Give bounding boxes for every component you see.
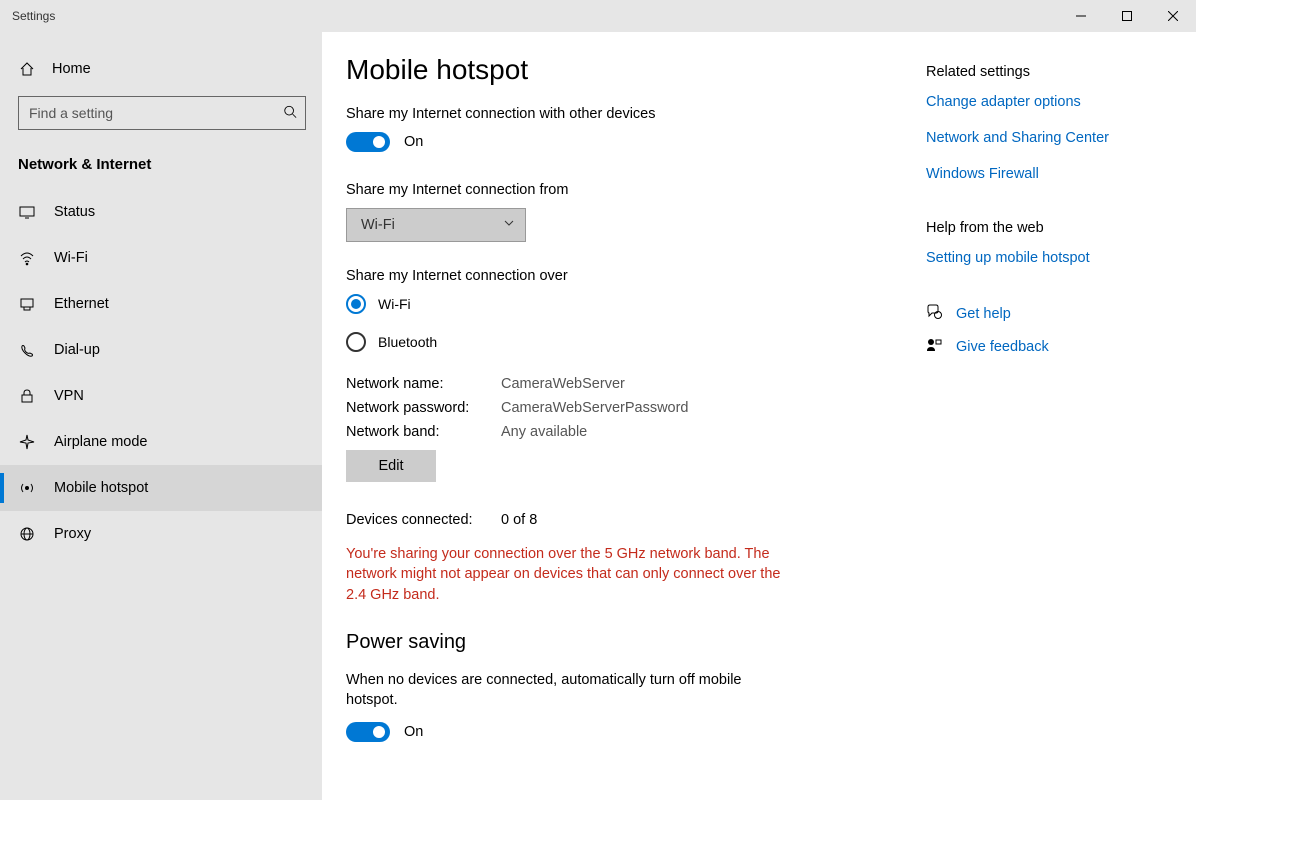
radio-bt-circle xyxy=(346,332,366,352)
band-warning: You're sharing your connection over the … xyxy=(346,544,796,605)
sidebar-item-status[interactable]: Status xyxy=(0,189,322,235)
devices-connected-row: Devices connected: 0 of 8 xyxy=(346,512,886,528)
sidebar-item-dialup[interactable]: Dial-up xyxy=(0,327,322,373)
sidebar-item-airplane[interactable]: Airplane mode xyxy=(0,419,322,465)
ethernet-icon xyxy=(18,295,36,313)
sidebar-item-label: Mobile hotspot xyxy=(54,480,148,496)
home-button[interactable]: Home xyxy=(0,50,322,88)
get-help-row[interactable]: Get help xyxy=(926,304,1186,323)
page-title: Mobile hotspot xyxy=(346,54,886,86)
sidebar-item-label: Status xyxy=(54,204,95,220)
content-column: Mobile hotspot Share my Internet connect… xyxy=(346,54,886,800)
share-from-value: Wi-Fi xyxy=(361,217,395,233)
share-toggle-row: On xyxy=(346,132,886,152)
related-settings-section: Related settings Change adapter options … xyxy=(926,64,1186,182)
network-password-label: Network password: xyxy=(346,400,501,416)
link-setting-up-hotspot[interactable]: Setting up mobile hotspot xyxy=(926,250,1186,266)
search-icon xyxy=(283,105,297,122)
home-icon xyxy=(18,60,36,78)
network-info: Network name: CameraWebServer Network pa… xyxy=(346,376,886,440)
power-saving-toggle[interactable] xyxy=(346,722,390,742)
sidebar-nav: Status Wi-Fi Ethernet xyxy=(0,189,322,557)
sidebar-item-vpn[interactable]: VPN xyxy=(0,373,322,419)
hotspot-icon xyxy=(18,479,36,497)
help-from-web-section: Help from the web Setting up mobile hots… xyxy=(926,220,1186,266)
network-band-value: Any available xyxy=(501,424,886,440)
sidebar-item-ethernet[interactable]: Ethernet xyxy=(0,281,322,327)
radio-wifi-circle xyxy=(346,294,366,314)
window-title: Settings xyxy=(12,9,55,23)
share-over-radio-group: Wi-Fi Bluetooth xyxy=(346,294,886,352)
sidebar-item-label: VPN xyxy=(54,388,84,404)
sidebar-item-mobile-hotspot[interactable]: Mobile hotspot xyxy=(0,465,322,511)
sidebar-item-label: Wi-Fi xyxy=(54,250,88,266)
help-from-web-heading: Help from the web xyxy=(926,220,1186,236)
radio-wifi[interactable]: Wi-Fi xyxy=(346,294,886,314)
get-help-icon xyxy=(926,304,942,323)
related-settings-heading: Related settings xyxy=(926,64,1186,80)
body: Home Network & Internet Status xyxy=(0,32,1196,800)
share-over-label: Share my Internet connection over xyxy=(346,268,886,284)
sidebar-item-label: Proxy xyxy=(54,526,91,542)
power-saving-description: When no devices are connected, automatic… xyxy=(346,670,796,711)
network-name-label: Network name: xyxy=(346,376,501,392)
minimize-button[interactable] xyxy=(1058,0,1104,32)
main-area: Mobile hotspot Share my Internet connect… xyxy=(322,32,1196,800)
sidebar: Home Network & Internet Status xyxy=(0,32,322,800)
proxy-icon xyxy=(18,525,36,543)
sidebar-item-label: Dial-up xyxy=(54,342,100,358)
window-controls xyxy=(1058,0,1196,32)
network-band-label: Network band: xyxy=(346,424,501,440)
power-saving-toggle-row: On xyxy=(346,722,886,742)
airplane-icon xyxy=(18,433,36,451)
share-from-dropdown[interactable]: Wi-Fi xyxy=(346,208,526,242)
share-from-label: Share my Internet connection from xyxy=(346,182,886,198)
maximize-button[interactable] xyxy=(1104,0,1150,32)
sidebar-item-label: Ethernet xyxy=(54,296,109,312)
search-input[interactable] xyxy=(19,97,305,129)
vpn-icon xyxy=(18,387,36,405)
link-change-adapter[interactable]: Change adapter options xyxy=(926,94,1186,110)
share-connection-label: Share my Internet connection with other … xyxy=(346,106,886,122)
link-get-help[interactable]: Get help xyxy=(956,306,1011,322)
power-saving-heading: Power saving xyxy=(346,631,886,654)
radio-bt-label: Bluetooth xyxy=(378,334,437,350)
chevron-down-icon xyxy=(503,217,515,233)
share-connection-toggle[interactable] xyxy=(346,132,390,152)
power-saving-state: On xyxy=(404,724,423,740)
search-box[interactable] xyxy=(18,96,306,130)
radio-wifi-label: Wi-Fi xyxy=(378,296,411,312)
link-give-feedback[interactable]: Give feedback xyxy=(956,339,1049,355)
dialup-icon xyxy=(18,341,36,359)
devices-connected-value: 0 of 8 xyxy=(501,512,886,528)
wifi-icon xyxy=(18,249,36,267)
devices-connected-label: Devices connected: xyxy=(346,512,501,528)
link-network-sharing-center[interactable]: Network and Sharing Center xyxy=(926,130,1186,146)
status-icon xyxy=(18,203,36,221)
give-feedback-row[interactable]: Give feedback xyxy=(926,337,1186,356)
network-name-value: CameraWebServer xyxy=(501,376,886,392)
home-label: Home xyxy=(52,61,91,77)
right-column: Related settings Change adapter options … xyxy=(926,54,1186,800)
sidebar-item-proxy[interactable]: Proxy xyxy=(0,511,322,557)
feedback-icon xyxy=(926,337,942,356)
titlebar: Settings xyxy=(0,0,1196,32)
close-button[interactable] xyxy=(1150,0,1196,32)
network-password-value: CameraWebServerPassword xyxy=(501,400,886,416)
sidebar-section-title: Network & Internet xyxy=(0,144,322,189)
radio-bluetooth[interactable]: Bluetooth xyxy=(346,332,886,352)
share-toggle-state: On xyxy=(404,134,423,150)
sidebar-item-label: Airplane mode xyxy=(54,434,148,450)
settings-window: Settings Home xyxy=(0,0,1196,800)
link-windows-firewall[interactable]: Windows Firewall xyxy=(926,166,1186,182)
edit-button[interactable]: Edit xyxy=(346,450,436,482)
sidebar-item-wifi[interactable]: Wi-Fi xyxy=(0,235,322,281)
search-wrap xyxy=(0,88,322,144)
